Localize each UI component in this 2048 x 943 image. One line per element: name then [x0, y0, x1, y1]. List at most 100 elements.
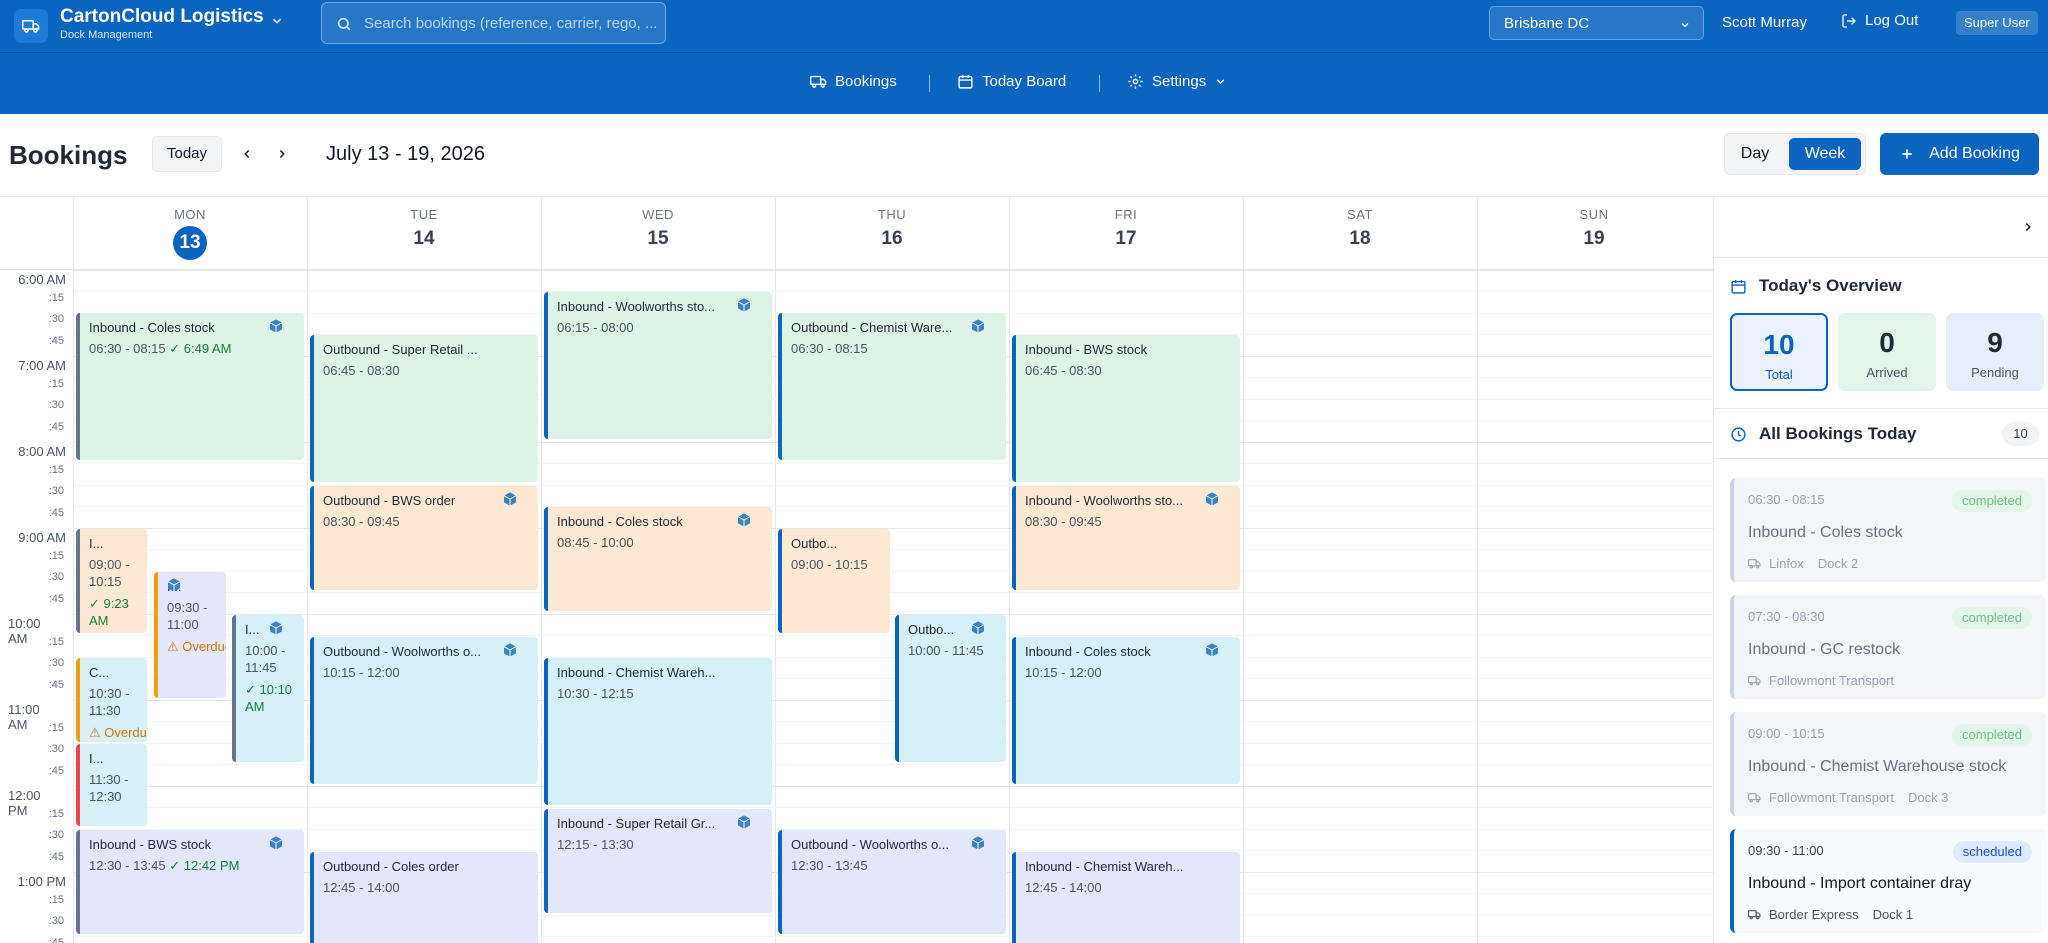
today-list-title: All Bookings Today — [1759, 424, 1917, 443]
next-week-chevron-right-icon[interactable] — [272, 144, 292, 164]
status-badge: completed — [1952, 607, 2032, 629]
card-time: 07:30 - 08:30 — [1748, 609, 1825, 624]
quarter-label: :30 — [48, 743, 64, 755]
day-header-mon[interactable]: MON — [73, 207, 307, 222]
booking-event[interactable]: Inbound - BWS stock 12:30 - 13:45 ✓ 12:4… — [76, 830, 304, 934]
booking-event[interactable]: Inbound - Super Retail Gr... 12:15 - 13:… — [544, 809, 772, 913]
arrived-time: ✓ 9:23 AM — [89, 596, 129, 628]
time-label: 6:00 AM — [18, 272, 66, 287]
search-box — [321, 2, 666, 44]
booking-event[interactable]: Inbound - Chemist Wareh... 10:30 - 12:15 — [544, 658, 772, 805]
add-booking-button[interactable]: Add Booking — [1880, 133, 2039, 175]
page-title: Bookings — [9, 140, 128, 170]
booking-event[interactable]: Outbound - Super Retail ... 06:45 - 08:3… — [310, 335, 538, 482]
booking-event[interactable]: I... 10:00 - 11:45 ✓ 10:10 AM — [232, 615, 304, 762]
booking-event[interactable]: Inbound - Coles stock 06:30 - 08:15 ✓ 6:… — [76, 313, 304, 460]
day-header-fri[interactable]: FRI — [1009, 207, 1243, 222]
booking-event[interactable]: Outbound - Coles order 12:45 - 14:00 — [310, 852, 538, 943]
day-number[interactable]: 18 — [1243, 228, 1477, 250]
event-time: 09:30 - 11:00 — [167, 600, 208, 632]
user-name[interactable]: Scott Murray — [1722, 14, 1807, 31]
booking-event[interactable]: Outbo... 09:00 - 10:15 — [778, 529, 890, 633]
quarter-line — [74, 291, 1713, 292]
truck-logo-icon[interactable] — [14, 9, 48, 43]
prev-week-chevron-left-icon[interactable] — [237, 144, 257, 164]
event-time: 09:00 - 10:15 — [791, 557, 868, 572]
day-header-wed[interactable]: WED — [541, 207, 775, 222]
stat-total[interactable]: 10 Total — [1730, 313, 1828, 391]
booking-event[interactable]: Inbound - Chemist Wareh... 12:45 - 14:00 — [1012, 852, 1240, 943]
event-time: 06:45 - 08:30 — [323, 363, 400, 378]
app-switcher-chevron-down-icon[interactable] — [270, 14, 284, 33]
today-booking-card[interactable]: 09:30 - 11:00 scheduled Inbound - Import… — [1730, 829, 2046, 933]
truck-icon — [1748, 793, 1761, 803]
event-time: 08:30 - 09:45 — [1025, 514, 1102, 529]
event-time: 09:00 - 10:15 — [89, 557, 130, 589]
stat-pending[interactable]: 9 Pending — [1946, 313, 2044, 391]
quarter-label: :45 — [48, 421, 64, 433]
overview-title: Today's Overview — [1759, 276, 1902, 295]
search-input[interactable] — [364, 3, 659, 43]
booking-event[interactable]: Inbound - Coles stock 08:45 - 10:00 — [544, 507, 772, 611]
day-number[interactable]: 15 — [541, 228, 775, 250]
booking-event[interactable]: Outbound - Woolworths o... 12:30 - 13:45 — [778, 830, 1006, 934]
booking-event[interactable]: Inbound - Woolworths sto... 06:15 - 08:0… — [544, 292, 772, 439]
day-number[interactable]: 16 — [775, 228, 1009, 250]
nav-bookings[interactable]: Bookings — [810, 73, 897, 90]
card-carrier: Linfox — [1769, 556, 1804, 571]
quarter-label: :15 — [48, 550, 64, 562]
quarter-label: :45 — [48, 937, 64, 943]
clock-icon — [1731, 426, 1746, 442]
today-booking-card[interactable]: 09:00 - 10:15 completed Inbound - Chemis… — [1730, 712, 2046, 816]
day-header-sun[interactable]: SUN — [1477, 207, 1711, 222]
collapse-chevron-right-icon[interactable] — [2021, 220, 2035, 234]
booking-event[interactable]: Inbound - BWS stock 06:45 - 08:30 — [1012, 335, 1240, 482]
nav-today-board[interactable]: Today Board — [957, 73, 1066, 90]
day-number[interactable]: 17 — [1009, 228, 1243, 250]
event-time: 06:30 - 08:15 ✓ 6:49 AM — [89, 341, 232, 356]
stat-total-label: Total — [1765, 367, 1793, 382]
app-name[interactable]: CartonCloud Logistics — [60, 6, 264, 28]
side-panel-header — [1714, 196, 2048, 258]
calendar-icon — [958, 75, 973, 89]
event-title: Outbo... — [908, 622, 955, 637]
package-icon — [503, 643, 517, 657]
booking-event[interactable]: Outbo... 10:00 - 11:45 — [895, 615, 1006, 762]
today-booking-card[interactable]: 07:30 - 08:30 completed Inbound - GC res… — [1730, 595, 2046, 699]
day-header-thu[interactable]: THU — [775, 207, 1009, 222]
nav-settings[interactable]: Settings — [1127, 73, 1227, 90]
stat-pending-value: 9 — [1987, 327, 2003, 358]
stat-arrived[interactable]: 0 Arrived — [1838, 313, 1936, 391]
booking-event[interactable]: Inbound - Woolworths sto... 08:30 - 09:4… — [1012, 486, 1240, 590]
event-time: 08:30 - 09:45 — [323, 514, 400, 529]
event-time: 10:30 - 11:30 — [89, 686, 130, 718]
day-header-sat[interactable]: SAT — [1243, 207, 1477, 222]
view-day-button[interactable]: Day — [1733, 138, 1777, 170]
quarter-label: :30 — [48, 485, 64, 497]
booking-event[interactable]: Outbound - Chemist Ware... 06:30 - 08:15 — [778, 313, 1006, 460]
booking-event[interactable]: C... 10:30 - 11:30 ⚠ Overdue — [76, 658, 147, 742]
booking-event[interactable]: I... 09:00 - 10:15 ✓ 9:23 AM — [76, 529, 147, 633]
quarter-label: :45 — [48, 335, 64, 347]
today-button[interactable]: Today — [152, 136, 222, 172]
booking-event[interactable]: Inbound - Coles stock 10:15 - 12:00 — [1012, 637, 1240, 784]
location-select[interactable]: Brisbane DC — [1489, 6, 1704, 40]
booking-event[interactable]: Outbound - BWS order 08:30 - 09:45 — [310, 486, 538, 590]
card-carrier: Followmont Transport — [1769, 790, 1894, 805]
package-icon — [737, 298, 751, 312]
day-header-tue[interactable]: TUE — [307, 207, 541, 222]
card-dock: Dock 3 — [1908, 790, 1949, 805]
event-title: C... — [89, 665, 110, 680]
event-title: Inbound - Chemist Wareh... — [557, 665, 716, 680]
event-time: 10:15 - 12:00 — [1025, 665, 1102, 680]
logout-button[interactable]: Log Out — [1841, 12, 1918, 29]
day-number[interactable]: 19 — [1477, 228, 1711, 250]
day-number-today[interactable]: 13 — [173, 226, 207, 260]
view-week-button[interactable]: Week — [1789, 138, 1861, 170]
event-title: Inbound - BWS stock — [1025, 342, 1148, 357]
booking-event[interactable]: I... 11:30 - 12:30 — [76, 744, 147, 826]
booking-event[interactable]: Outbound - Woolworths o... 10:15 - 12:00 — [310, 637, 538, 784]
today-booking-card[interactable]: 06:30 - 08:15 completed Inbound - Coles … — [1730, 478, 2046, 582]
booking-event[interactable]: I... 09:30 - 11:00 ⚠ Overdue — [154, 572, 226, 698]
day-number[interactable]: 14 — [307, 228, 541, 250]
